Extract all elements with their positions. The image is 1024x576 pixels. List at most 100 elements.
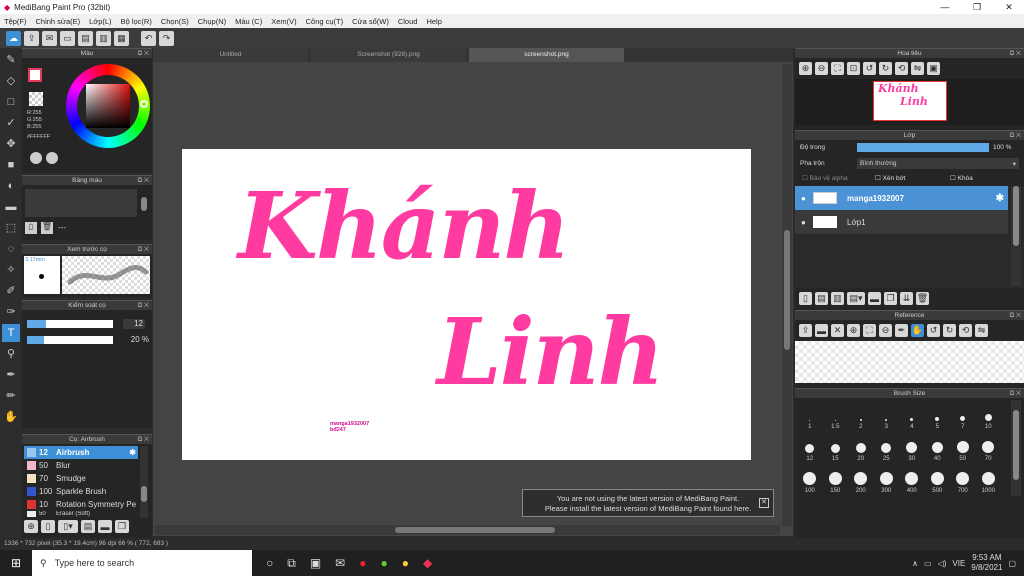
menu-select[interactable]: Chọn(S) [161,17,189,26]
chevron-up-icon[interactable]: ∧ [912,559,918,568]
task-view-icon[interactable]: ⧉ [287,556,296,571]
menu-cloud[interactable]: Cloud [398,17,418,26]
brush-list-item[interactable]: 50 Blur [24,459,138,472]
lock-icon[interactable]: ▣ [927,62,940,75]
select-tool-icon[interactable]: ⬚ [2,219,20,237]
update-notification[interactable]: You are not using the latest version of … [522,489,774,517]
layer-options-icon[interactable]: ▤▾ [847,292,865,305]
brush-size-cell[interactable]: 400 [899,464,925,496]
palette-icon[interactable] [30,152,42,164]
bucket-tool-icon[interactable]: ◐ [2,177,20,195]
alpha-protect-checkbox[interactable]: ☐ Bảo vệ alpha [802,174,848,182]
brush-duplicate-icon[interactable]: ❐ [115,520,129,533]
gear-icon[interactable]: ✱ [129,448,136,457]
menu-help[interactable]: Help [426,17,441,26]
brush-size-cell[interactable]: 150 [823,464,849,496]
flip-icon[interactable]: ⇋ [975,324,988,337]
brush-size-cell[interactable]: 2 [848,400,874,432]
copy-brush-icon[interactable]: ▯ [41,520,55,533]
brush-size-value[interactable]: 12 [123,319,145,329]
operation-tool-icon[interactable]: ⚲ [2,345,20,363]
palette-scrollbar[interactable] [141,197,147,211]
saturation-value-square[interactable] [86,84,130,128]
delete-layer-icon[interactable]: 🗑 [916,292,929,305]
tab-screenshot[interactable]: screenshot.png [469,48,624,62]
trash-icon[interactable]: 🗑 [41,222,53,234]
new-layer-icon[interactable]: ▯ [799,292,812,305]
folder-icon[interactable]: ▬ [868,292,881,305]
gear-icon[interactable]: ✱ [996,193,1004,204]
brush-size-cell[interactable]: 40 [925,432,951,464]
medibang-icon[interactable]: ◆ [423,556,432,571]
gradient-tool-icon[interactable]: ▬ [2,198,20,216]
actual-size-icon[interactable]: ⊡ [847,62,860,75]
panel-close-icon[interactable]: ⧉ ✕ [1010,311,1021,321]
brush-size-cell[interactable]: 200 [848,464,874,496]
panel-close-icon[interactable]: ⧉ ✕ [138,49,149,59]
panel-close-icon[interactable]: ⧉ ✕ [138,435,149,445]
brush-size-cell[interactable]: 15 [823,432,849,464]
brush-size-cell[interactable]: 30 [899,432,925,464]
brush-list-item[interactable]: 100 Sparkle Brush [24,485,138,498]
hand-icon[interactable]: ✋ [911,324,924,337]
network-icon[interactable]: ▭ [924,559,932,568]
menu-window[interactable]: Cửa sổ(W) [352,17,389,26]
navigator-preview[interactable]: Khánh Linh [795,79,1024,125]
select-eraser-tool-icon[interactable]: ✑ [2,303,20,321]
dot-tool-icon[interactable]: ✓ [2,114,20,132]
document-icon[interactable]: ▤ [78,30,93,46]
new-halftone-layer-icon[interactable]: ▤ [815,292,828,305]
brush-size-cell[interactable]: 1000 [976,464,1002,496]
menu-file[interactable]: Tệp(F) [4,17,27,26]
zoom-out-icon[interactable]: ⊖ [815,62,828,75]
brush-folder-icon[interactable]: ▬ [98,520,112,533]
new-page-icon[interactable]: ▯ [25,222,37,234]
brush-size-cell[interactable]: 4 [899,400,925,432]
brush-size-slider[interactable] [27,320,113,328]
brush-size-cell[interactable]: 100 [797,464,823,496]
lang-indicator[interactable]: VIE [952,559,965,568]
rotate-right-icon[interactable]: ↻ [943,324,956,337]
background-color-swatch[interactable] [29,92,43,106]
taskbar-search[interactable]: ⚲ Type here to search [32,550,252,576]
eyedropper-icon[interactable]: ✒ [895,324,908,337]
merge-layer-icon[interactable]: ⇊ [900,292,913,305]
layer-scrollbar[interactable] [1011,186,1021,286]
add-brush-icon[interactable]: ⊕ [24,520,38,533]
upload-icon[interactable]: ⇪ [799,324,812,337]
brush-size-cell[interactable]: 700 [950,464,976,496]
text-tool-icon[interactable]: T [2,324,20,342]
tab-screenshot-928[interactable]: Screenshot (928).png [311,48,466,62]
eyedropper-tool-icon[interactable]: ✒ [2,366,20,384]
minimize-button[interactable]: — [930,0,960,14]
fill-rect-tool-icon[interactable]: ■ [2,156,20,174]
rotate-left-icon[interactable]: ↺ [863,62,876,75]
fit-icon[interactable]: ⛶ [863,324,876,337]
visibility-icon[interactable]: ● [801,194,813,203]
redo-icon[interactable]: ↷ [159,30,174,46]
reset-rotation-icon[interactable]: ⟲ [895,62,908,75]
brush-size-cell[interactable]: 3 [874,400,900,432]
panel-close-icon[interactable]: ⧉ ✕ [138,245,149,255]
lock-checkbox[interactable]: ☐ Khóa [950,174,973,182]
menu-color[interactable]: Màu (C) [235,17,262,26]
brush-list-item[interactable]: 50 Eraser (Soft) [24,511,138,517]
brush-size-cell[interactable]: 10 [976,400,1002,432]
share-icon[interactable]: ⇪ [24,30,39,46]
brush-size-cell[interactable]: 50 [950,432,976,464]
brush-opacity-slider[interactable] [27,336,113,344]
cloud-icon[interactable]: ☁ [6,30,21,46]
open-folder-icon[interactable]: ▬ [815,324,828,337]
tab-untitled[interactable]: Untitled [153,48,308,62]
menu-layer[interactable]: Lớp(L) [89,17,111,26]
brush-size-cell[interactable]: 1 [797,400,823,432]
rect-select-tool-icon[interactable]: □ [2,93,20,111]
canvas-vertical-scrollbar[interactable] [782,64,792,526]
panel-close-icon[interactable]: ⧉ ✕ [138,301,149,311]
windows-start-icon[interactable]: ⊞ [0,556,32,570]
blend-mode-select[interactable]: Bình thường ▾ [857,158,1019,169]
panel-close-icon[interactable]: ⧉ ✕ [1010,49,1021,59]
brush-list-item[interactable]: 10 Rotation Symmetry Pe [24,498,138,511]
notification-icon[interactable]: ▢ [1008,559,1016,568]
brush-options-icon[interactable]: ▯▾ [58,520,78,533]
